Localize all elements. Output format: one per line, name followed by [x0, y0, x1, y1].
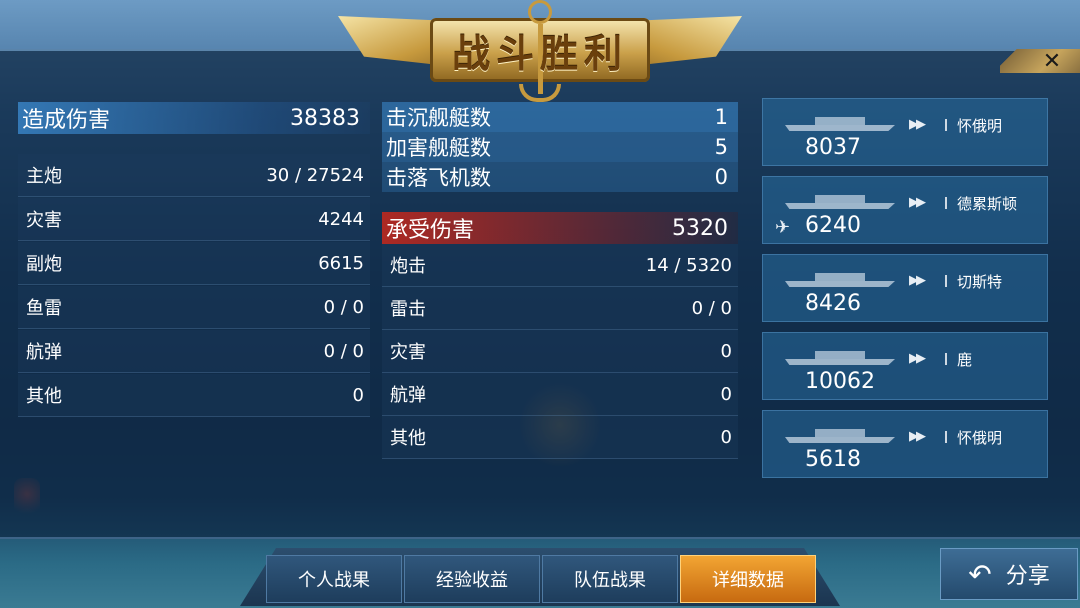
ship-damage: 8037: [805, 135, 861, 160]
tab-team-results[interactable]: 队伍战果: [542, 555, 678, 603]
page-title: 战斗胜利: [451, 31, 628, 76]
stat-value: 6615: [318, 252, 364, 274]
stat-row: 主炮 30 / 27524: [18, 154, 370, 197]
ship-silhouette-icon: [785, 115, 895, 131]
stat-label: 雷击: [390, 299, 426, 320]
back-arrow-icon: ↶: [968, 557, 992, 591]
stat-value: 0: [352, 384, 364, 406]
divider: [945, 119, 947, 131]
divider: [945, 431, 947, 443]
stat-row: 其他 0: [18, 374, 370, 417]
share-label: 分享: [1005, 564, 1050, 589]
divider: [945, 197, 947, 209]
ship-damage: 8426: [805, 291, 861, 316]
damage-dealt-total: 38383: [290, 105, 360, 131]
kill-label: 击沉舰艇数: [386, 106, 491, 130]
ship-name: 鹿: [957, 351, 973, 369]
stat-value: 0: [720, 340, 732, 362]
stat-label: 副炮: [26, 254, 62, 275]
damage-received-label: 承受伤害: [386, 218, 475, 243]
ship-card[interactable]: ▶▶ 切斯特 8426: [762, 254, 1048, 322]
stat-label: 灾害: [390, 342, 426, 363]
kill-row: 击沉舰艇数 1: [382, 102, 738, 132]
aircraft-icon: ✈: [775, 217, 791, 238]
stat-label: 炮击: [390, 256, 426, 277]
divider: [945, 353, 947, 365]
stat-row: 灾害 0: [382, 330, 738, 373]
tab-detailed-data[interactable]: 详细数据: [680, 555, 816, 603]
kill-value: 5: [714, 135, 728, 159]
stat-value: 0: [720, 426, 732, 448]
ship-name: 切斯特: [957, 273, 1003, 291]
kills-block: 击沉舰艇数 1 加害舰艇数 5 击落飞机数 0: [382, 102, 738, 192]
tab-personal-results[interactable]: 个人战果: [266, 555, 402, 603]
stat-label: 其他: [26, 386, 62, 407]
kill-label: 击落飞机数: [386, 166, 491, 190]
ship-card[interactable]: ▶▶ 德累斯顿 ✈ 6240: [762, 176, 1048, 244]
kill-row: 击落飞机数 0: [382, 162, 738, 192]
stat-value: 0 / 0: [323, 296, 364, 318]
ship-silhouette-icon: [785, 427, 895, 443]
stat-value: 0: [720, 383, 732, 405]
close-button[interactable]: ✕: [1030, 49, 1074, 74]
ship-silhouette-icon: [785, 349, 895, 365]
damage-dealt-label: 造成伤害: [22, 108, 111, 133]
stat-value: 0 / 0: [323, 340, 364, 362]
damage-dealt-section: 造成伤害 38383 主炮 30 / 27524 灾害 4244 副炮 6615 鱼雷…: [18, 102, 370, 418]
divider: [945, 275, 947, 287]
damage-received-total: 5320: [672, 215, 728, 241]
speed-arrow-icon: ▶▶: [909, 351, 926, 366]
stat-row: 航弹 0 / 0: [18, 330, 370, 373]
stat-label: 鱼雷: [26, 298, 62, 319]
kill-row: 加害舰艇数 5: [382, 132, 738, 162]
speed-arrow-icon: ▶▶: [909, 117, 926, 132]
ship-card[interactable]: ▶▶ 怀俄明 5618: [762, 410, 1048, 478]
damage-dealt-header: 造成伤害 38383: [18, 102, 370, 134]
stat-row: 副炮 6615: [18, 242, 370, 285]
stat-label: 灾害: [26, 210, 62, 231]
stat-row: 炮击 14 / 5320: [382, 244, 738, 287]
kill-value: 1: [714, 105, 728, 129]
kill-label: 加害舰艇数: [386, 136, 491, 160]
kills-and-received-section: 击沉舰艇数 1 加害舰艇数 5 击落飞机数 0 承受伤害 5320 炮击 14 / 53…: [382, 102, 738, 459]
ship-name: 德累斯顿: [957, 195, 1018, 213]
ship-name: 怀俄明: [957, 429, 1003, 447]
speed-arrow-icon: ▶▶: [909, 429, 926, 444]
ship-name: 怀俄明: [957, 117, 1003, 135]
damage-received-block: 承受伤害 5320 炮击 14 / 5320 雷击 0 / 0 灾害 0 航弹 0 其他…: [382, 212, 738, 459]
ship-damage: 10062: [805, 369, 875, 394]
stat-row: 航弹 0: [382, 373, 738, 416]
tab-experience[interactable]: 经验收益: [404, 555, 540, 603]
stat-row: 其他 0: [382, 416, 738, 459]
share-button[interactable]: ↶ 分享: [940, 548, 1078, 600]
stat-row: 雷击 0 / 0: [382, 287, 738, 330]
stat-value: 4244: [318, 208, 364, 230]
speed-arrow-icon: ▶▶: [909, 195, 926, 210]
ship-card[interactable]: ▶▶ 鹿 10062: [762, 332, 1048, 400]
speed-arrow-icon: ▶▶: [909, 273, 926, 288]
stat-value: 14 / 5320: [645, 254, 732, 276]
stat-label: 其他: [390, 428, 426, 449]
ship-card[interactable]: ▶▶ 怀俄明 8037: [762, 98, 1048, 166]
ship-damage: 5618: [805, 447, 861, 472]
victory-banner: 战斗胜利: [338, 0, 742, 102]
stat-row: 鱼雷 0 / 0: [18, 286, 370, 329]
ship-silhouette-icon: [785, 193, 895, 209]
ship-silhouette-icon: [785, 271, 895, 287]
stat-label: 航弹: [390, 385, 426, 406]
stat-value: 0 / 0: [691, 297, 732, 319]
stat-label: 主炮: [26, 166, 62, 187]
kill-value: 0: [714, 165, 728, 189]
stat-label: 航弹: [26, 342, 62, 363]
ship-list: ▶▶ 怀俄明 8037 ▶▶ 德累斯顿 ✈ 6240 ▶▶ 切斯特 8426 ▶…: [762, 98, 1048, 488]
ship-damage: 6240: [805, 213, 861, 238]
stat-row: 灾害 4244: [18, 198, 370, 241]
damage-received-header: 承受伤害 5320: [382, 212, 738, 244]
stat-value: 30 / 27524: [266, 164, 364, 186]
